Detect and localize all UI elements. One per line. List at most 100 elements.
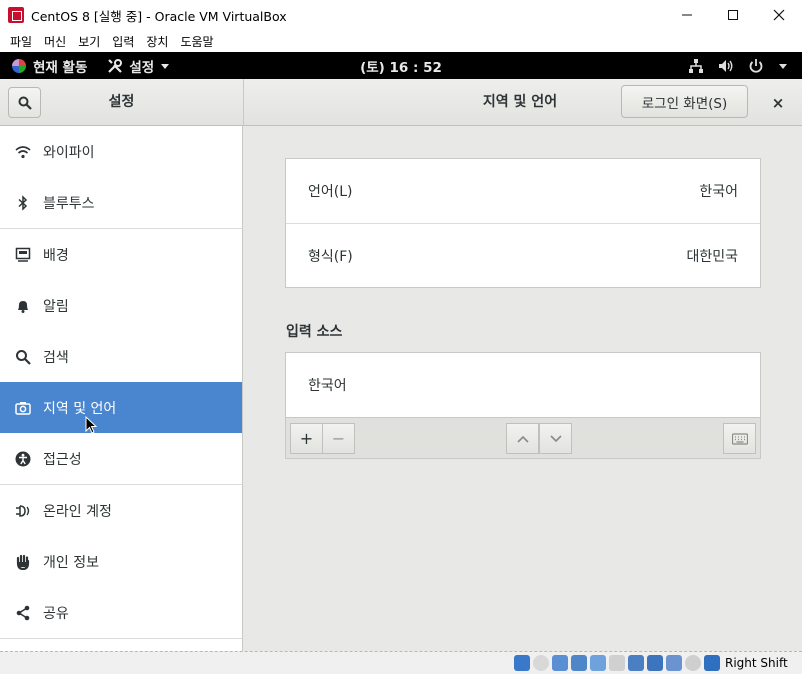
chevron-up-icon [516, 435, 529, 443]
host-key-icon[interactable] [704, 655, 720, 671]
network-icon [689, 58, 703, 73]
sidebar-item-bluetooth[interactable]: 블루투스 [0, 177, 242, 228]
maximize-button[interactable] [710, 0, 756, 30]
mouse-integration-icon[interactable] [685, 655, 701, 671]
input-sources-card: 한국어 + − [285, 352, 761, 459]
menu-help[interactable]: 도움말 [174, 33, 219, 50]
input-source-row[interactable]: 한국어 [286, 353, 760, 417]
audio-icon[interactable] [552, 655, 568, 671]
move-up-button[interactable] [506, 423, 539, 454]
gnome-top-bar: 현재 활동 설정 (토) 16 : 52 [0, 52, 802, 79]
sidebar-item-label: 지역 및 언어 [43, 400, 117, 417]
sidebar-item-accessibility[interactable]: 접근성 [0, 433, 242, 484]
region-language-panel: 언어(L) 한국어 형식(F) 대한민국 입력 소스 한국어 + − [85, 126, 802, 651]
host-title-bar: CentOS 8 [실행 중] - Oracle VM VirtualBox [0, 0, 802, 30]
sidebar: 와이파이 블루투스 배경 알림 검색 지역 및 언어 접근성 온라인 계정 개인… [0, 126, 243, 651]
sidebar-item-background[interactable]: 배경 [0, 229, 242, 280]
sidebar-item-label: 검색 [43, 349, 69, 366]
accessibility-icon [15, 451, 31, 467]
keyboard-icon [731, 432, 748, 445]
usb-icon[interactable] [590, 655, 606, 671]
language-format-card: 언어(L) 한국어 형식(F) 대한민국 [285, 158, 761, 288]
remove-input-source-button[interactable]: − [322, 423, 355, 454]
add-input-source-button[interactable]: + [290, 423, 323, 454]
menu-input[interactable]: 입력 [106, 33, 140, 50]
camera-icon [15, 400, 31, 416]
system-tray[interactable] [688, 52, 788, 79]
formats-label: 형식(F) [308, 248, 353, 265]
window-title: CentOS 8 [실행 중] - Oracle VM VirtualBox [31, 8, 287, 24]
header-divider [243, 79, 244, 126]
sidebar-item-online-accounts[interactable]: 온라인 계정 [0, 485, 242, 536]
vbox-menubar: 파일 머신 보기 입력 장치 도움말 [0, 30, 802, 52]
vbox-statusbar: Right Shift [0, 651, 802, 674]
maximize-icon [728, 10, 738, 20]
sidebar-item-label: 블루투스 [43, 195, 95, 212]
minimize-button[interactable] [664, 0, 710, 30]
sidebar-item-wifi[interactable]: 와이파이 [0, 126, 242, 177]
sidebar-item-region-language[interactable]: 지역 및 언어 [0, 382, 242, 433]
language-value: 한국어 [699, 184, 738, 200]
sidebar-item-privacy[interactable]: 개인 정보 [0, 536, 242, 587]
optical-drive-icon[interactable] [533, 655, 549, 671]
wifi-icon [15, 144, 31, 160]
chevron-down-icon [549, 434, 562, 442]
settings-close-button[interactable]: × [766, 91, 790, 115]
recording-icon[interactable] [647, 655, 663, 671]
input-sources-heading: 입력 소스 [286, 324, 343, 340]
sidebar-item-label: 개인 정보 [43, 554, 99, 571]
formats-value: 대한민국 [686, 248, 738, 265]
menu-machine[interactable]: 머신 [38, 33, 72, 50]
shared-folders-icon[interactable] [609, 655, 625, 671]
search-button[interactable] [8, 87, 41, 118]
bluetooth-icon [15, 194, 31, 211]
app-menu-button[interactable]: 설정 [107, 56, 170, 76]
sidebar-item-label: 공유 [43, 605, 69, 622]
display-icon[interactable] [628, 655, 644, 671]
menu-devices[interactable]: 장치 [140, 33, 174, 50]
power-icon [749, 58, 763, 73]
sidebar-item-label: 와이파이 [43, 144, 95, 161]
virtualbox-app-icon [8, 7, 24, 23]
sidebar-item-sharing[interactable]: 공유 [0, 587, 242, 638]
login-screen-button[interactable]: 로그인 화면(S) [621, 85, 748, 118]
input-sources-toolbar: + − [286, 417, 760, 458]
settings-window: 설정 지역 및 언어 로그인 화면(S) × 와이파이 블루투스 배경 알림 검… [0, 79, 802, 651]
activities-icon [12, 58, 26, 73]
network-adapter-icon[interactable] [571, 655, 587, 671]
sidebar-item-search[interactable]: 검색 [0, 331, 242, 382]
share-icon [15, 605, 31, 621]
tray-arrow-icon [779, 63, 787, 69]
device-icons [514, 655, 720, 671]
hard-disk-icon[interactable] [514, 655, 530, 671]
host-key-label: Right Shift [725, 656, 788, 670]
sidebar-item-label: 배경 [43, 247, 69, 264]
activities-label: 현재 활동 [33, 59, 88, 76]
virtualization-icon[interactable] [666, 655, 682, 671]
hand-icon [15, 554, 31, 570]
search-icon [15, 349, 31, 365]
page-title: 지역 및 언어 [482, 94, 558, 110]
minimize-icon [682, 14, 692, 16]
bell-icon [15, 298, 31, 314]
move-down-button[interactable] [539, 423, 572, 454]
formats-row[interactable]: 형식(F) 대한민국 [286, 223, 760, 287]
app-menu-label: 설정 [129, 59, 155, 76]
input-source-label: 한국어 [308, 378, 347, 394]
settings-title: 설정 [108, 94, 135, 110]
keyboard-layout-button[interactable] [723, 423, 756, 454]
header-bar: 설정 지역 및 언어 로그인 화면(S) × [0, 79, 802, 126]
menu-view[interactable]: 보기 [72, 33, 106, 50]
window-close-button[interactable] [756, 0, 802, 30]
dropdown-arrow-icon [161, 63, 170, 69]
close-icon [773, 9, 785, 21]
sidebar-item-notifications[interactable]: 알림 [0, 280, 242, 331]
menu-file[interactable]: 파일 [4, 33, 38, 50]
search-icon [18, 96, 32, 110]
language-row[interactable]: 언어(L) 한국어 [286, 159, 760, 223]
sidebar-item-label: 알림 [43, 298, 69, 315]
sidebar-item-label: 온라인 계정 [43, 503, 112, 520]
language-label: 언어(L) [308, 184, 353, 200]
activities-button[interactable]: 현재 활동 [12, 56, 87, 76]
sidebar-item-label: 접근성 [43, 451, 82, 468]
